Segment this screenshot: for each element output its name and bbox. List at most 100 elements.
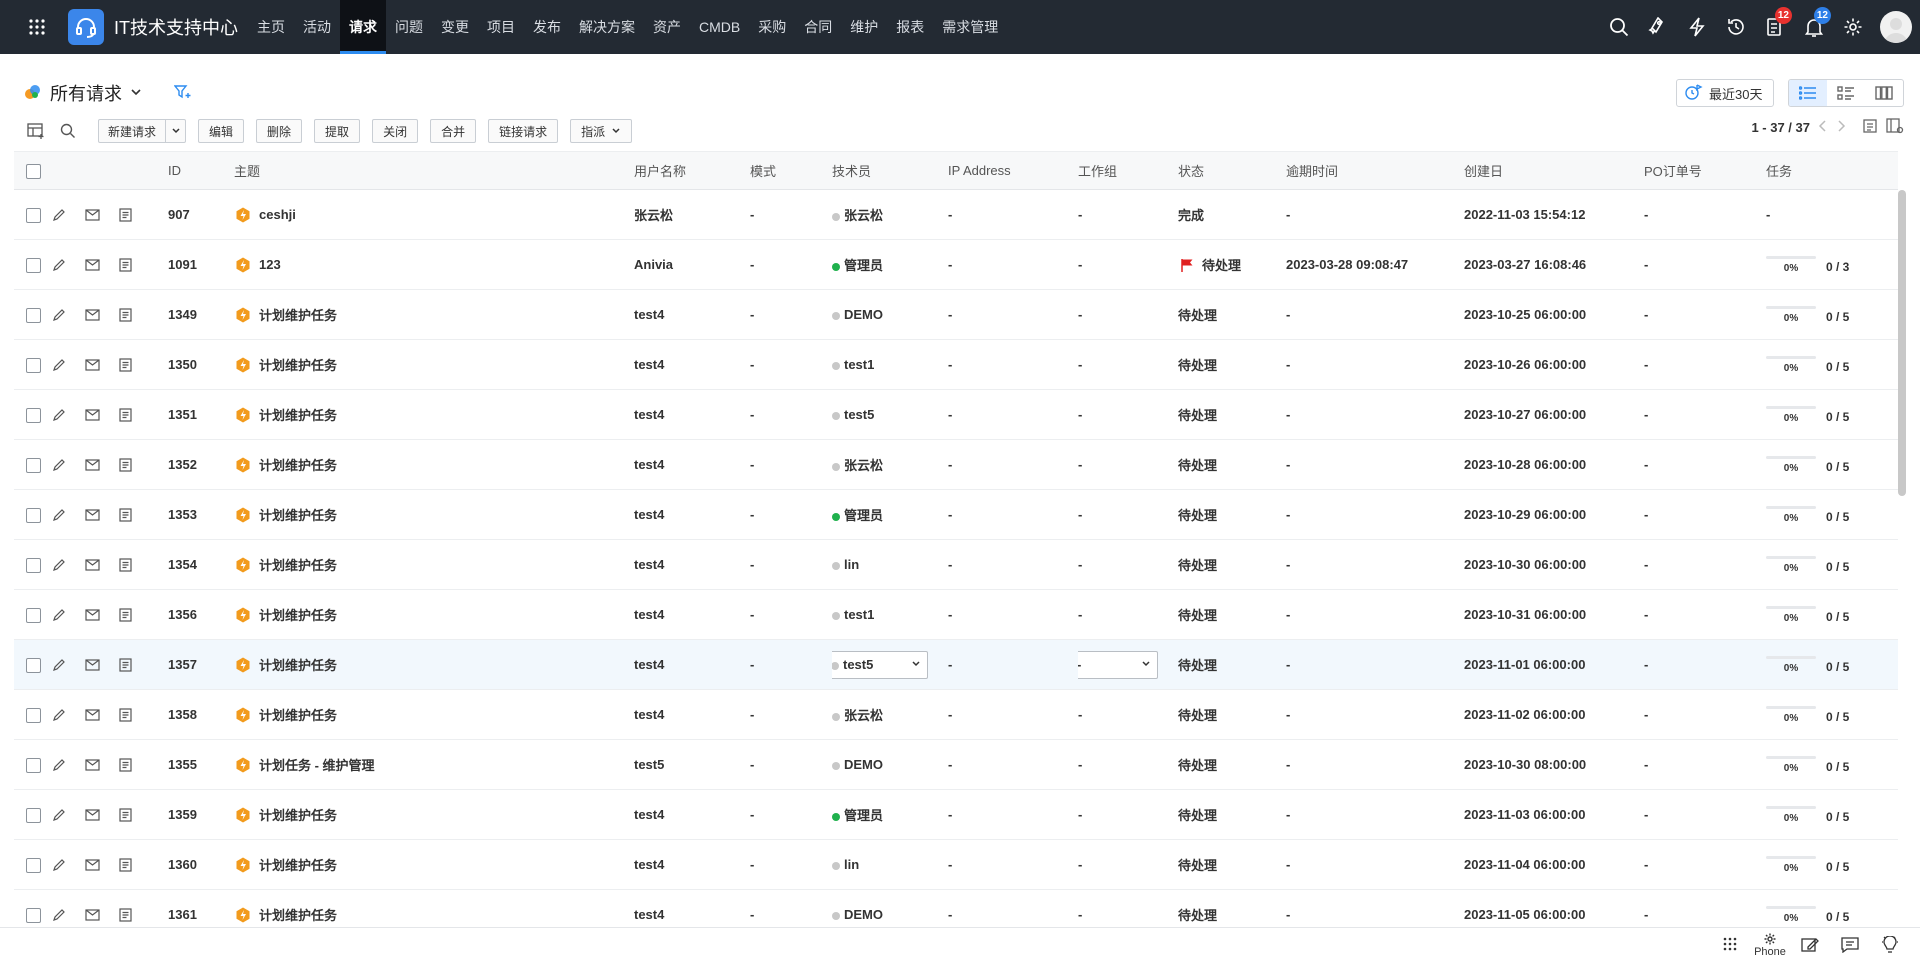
lightning-icon[interactable]: [1677, 0, 1716, 54]
notes-icon[interactable]: [116, 656, 134, 674]
request-id[interactable]: 1349: [168, 290, 234, 340]
bell-icon[interactable]: 12: [1794, 0, 1833, 54]
column-header-technician[interactable]: 技术员: [832, 151, 948, 190]
status-label[interactable]: 待处理: [1178, 640, 1286, 690]
request-subject[interactable]: 计划维护任务: [259, 855, 337, 874]
pickup-button[interactable]: 提取: [314, 119, 361, 143]
edit-pencil-icon[interactable]: [50, 256, 68, 274]
technician-select[interactable]: test5: [832, 650, 928, 679]
table-row[interactable]: 1349 计划维护任务 test4- DEMO - - 待处理 -2023-10-25 06:…: [14, 290, 1898, 340]
nav-item-11[interactable]: 合同: [795, 0, 841, 54]
task-progress[interactable]: 0% 0 / 5: [1766, 505, 1898, 524]
list-view-icon[interactable]: [1789, 80, 1827, 106]
edit-pencil-icon[interactable]: [50, 306, 68, 324]
table-row[interactable]: 1361 计划维护任务 test4- DEMO - - 待处理 -2023-11-05 06:…: [14, 890, 1898, 928]
notes-icon[interactable]: [116, 906, 134, 924]
status-label[interactable]: 待处理: [1202, 255, 1241, 274]
request-subject[interactable]: 计划任务 - 维护管理: [259, 755, 375, 774]
status-label[interactable]: 待处理: [1178, 740, 1286, 790]
notes-icon[interactable]: [116, 206, 134, 224]
table-row[interactable]: 1360 计划维护任务 test4- lin - - 待处理 -2023-11-04 06:0…: [14, 840, 1898, 890]
search-icon[interactable]: [1599, 0, 1638, 54]
table-row[interactable]: 1356 计划维护任务 test4- test1- - 待处理 -2023-10-31 06…: [14, 590, 1898, 640]
request-id[interactable]: 1352: [168, 440, 234, 490]
request-id[interactable]: 1361: [168, 890, 234, 928]
column-header-tasks[interactable]: 任务: [1766, 151, 1898, 190]
status-label[interactable]: 待处理: [1178, 340, 1286, 390]
table-row[interactable]: 1352 计划维护任务 test4- 张云松 - - 待处理 -2023-10-28 06:0…: [14, 440, 1898, 490]
row-checkbox[interactable]: [26, 707, 41, 723]
request-id[interactable]: 1357: [168, 640, 234, 690]
request-id[interactable]: 1359: [168, 790, 234, 840]
request-subject[interactable]: 计划维护任务: [259, 505, 337, 524]
task-progress[interactable]: 0% 0 / 5: [1766, 605, 1898, 624]
column-header-po[interactable]: PO订单号: [1644, 151, 1766, 190]
status-label[interactable]: 待处理: [1178, 490, 1286, 540]
row-checkbox[interactable]: [26, 307, 41, 323]
lightbulb-icon[interactable]: [1870, 928, 1910, 962]
row-checkbox[interactable]: [26, 657, 41, 673]
row-checkbox[interactable]: [26, 807, 41, 823]
row-checkbox[interactable]: [26, 357, 41, 373]
request-subject[interactable]: ceshji: [259, 207, 296, 222]
edit-pencil-icon[interactable]: [50, 206, 68, 224]
edit-pencil-icon[interactable]: [50, 906, 68, 924]
column-header-subject[interactable]: 主题: [234, 151, 634, 190]
task-progress[interactable]: 0% 0 / 5: [1766, 755, 1898, 774]
search-icon[interactable]: [56, 119, 80, 143]
row-checkbox[interactable]: [26, 857, 41, 873]
status-label[interactable]: 待处理: [1178, 890, 1286, 928]
delete-button[interactable]: 删除: [256, 119, 303, 143]
mail-icon[interactable]: [83, 256, 101, 274]
request-subject[interactable]: 计划维护任务: [259, 655, 337, 674]
link-request-button[interactable]: 链接请求: [488, 119, 559, 143]
chevron-down-icon[interactable]: [130, 86, 142, 101]
notes-icon[interactable]: [116, 256, 134, 274]
table-row[interactable]: 1350 计划维护任务 test4- test1- - 待处理 -2023-10-26 06…: [14, 340, 1898, 390]
nav-item-8[interactable]: 资产: [644, 0, 690, 54]
row-checkbox[interactable]: [26, 257, 41, 273]
nav-item-14[interactable]: 需求管理: [933, 0, 1007, 54]
nav-item-10[interactable]: 采购: [749, 0, 795, 54]
task-progress[interactable]: 0% 0 / 5: [1766, 455, 1898, 474]
table-row[interactable]: 907 ceshji 张云松 - 张云松 - - 完成 -2022-11-03 15:54:12…: [14, 190, 1898, 240]
table-settings-icon[interactable]: [24, 119, 48, 143]
column-header-user[interactable]: 用户名称: [634, 151, 750, 190]
chevron-left-icon[interactable]: [1818, 120, 1828, 135]
notes-icon[interactable]: [116, 456, 134, 474]
request-id[interactable]: 907: [168, 190, 234, 240]
mail-icon[interactable]: [83, 406, 101, 424]
chevron-right-icon[interactable]: [1836, 120, 1846, 135]
edit-pencil-icon[interactable]: [50, 606, 68, 624]
view-title[interactable]: 所有请求: [50, 80, 122, 106]
table-row[interactable]: 1357计划维护任务test4-test5--待处理-2023-11-01 06…: [14, 639, 1898, 690]
mail-icon[interactable]: [83, 206, 101, 224]
gear-icon[interactable]: [1833, 0, 1872, 54]
request-id[interactable]: 1358: [168, 690, 234, 740]
column-header-ip[interactable]: IP Address: [948, 151, 1078, 190]
nav-item-6[interactable]: 发布: [524, 0, 570, 54]
mail-icon[interactable]: [83, 306, 101, 324]
mail-icon[interactable]: [83, 856, 101, 874]
status-label[interactable]: 待处理: [1178, 840, 1286, 890]
task-progress[interactable]: 0% 0 / 5: [1766, 705, 1898, 724]
column-header-overdue[interactable]: 逾期时间: [1286, 151, 1464, 190]
table-row[interactable]: 1354 计划维护任务 test4- lin - - 待处理 -2023-10-30 06:0…: [14, 540, 1898, 590]
user-avatar[interactable]: [1880, 11, 1912, 43]
rocket-icon[interactable]: [1638, 0, 1677, 54]
assign-button[interactable]: 指派: [570, 119, 633, 143]
request-subject[interactable]: 计划维护任务: [259, 455, 337, 474]
new-request-button[interactable]: 新建请求: [98, 119, 187, 143]
request-id[interactable]: 1360: [168, 840, 234, 890]
mail-icon[interactable]: [83, 806, 101, 824]
select-all-checkbox[interactable]: [26, 163, 41, 179]
task-progress[interactable]: 0% 0 / 5: [1766, 305, 1898, 324]
request-subject[interactable]: 计划维护任务: [259, 405, 337, 424]
table-row[interactable]: 1353 计划维护任务 test4- 管理员 - - 待处理 -2023-10-29 06:0…: [14, 490, 1898, 540]
edit-pencil-icon[interactable]: [50, 856, 68, 874]
notes-icon[interactable]: [116, 556, 134, 574]
edit-pencil-icon[interactable]: [50, 406, 68, 424]
mail-icon[interactable]: [83, 906, 101, 924]
nav-item-12[interactable]: 维护: [841, 0, 887, 54]
status-label[interactable]: 待处理: [1178, 390, 1286, 440]
